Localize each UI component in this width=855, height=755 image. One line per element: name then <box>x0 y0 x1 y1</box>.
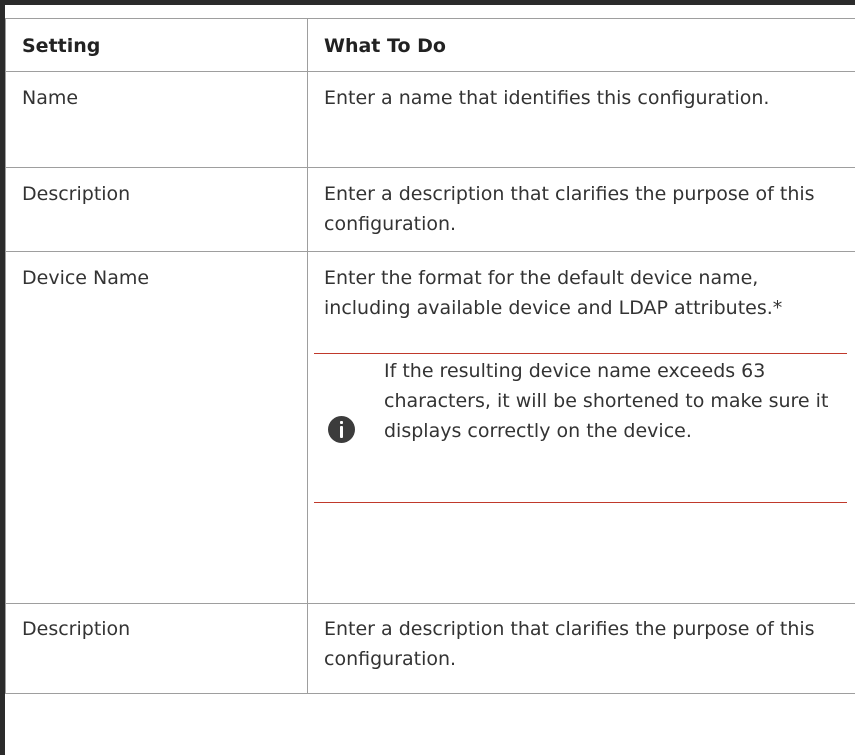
setting-cell: Name <box>5 71 308 168</box>
top-frame-border <box>0 0 855 5</box>
table-header-row: Setting What To Do <box>5 18 855 72</box>
what-to-do-cell: Enter the format for the default device … <box>307 251 855 604</box>
header-what-to-do: What To Do <box>307 18 855 72</box>
info-note: If the resulting device name exceeds 63 … <box>314 353 847 503</box>
setting-cell: Description <box>5 603 308 694</box>
info-icon <box>328 416 355 443</box>
what-to-do-cell: Enter a description that clarifies the p… <box>307 603 855 694</box>
setting-cell: Device Name <box>5 251 308 604</box>
table-row: Description Enter a description that cla… <box>5 603 855 694</box>
header-setting: Setting <box>5 18 308 72</box>
info-note-text: If the resulting device name exceeds 63 … <box>384 360 829 442</box>
what-to-do-cell: Enter a name that identifies this config… <box>307 71 855 168</box>
table-row: Device Name Enter the format for the def… <box>5 251 855 604</box>
settings-table: Setting What To Do Name Enter a name tha… <box>5 18 855 694</box>
document-page: Setting What To Do Name Enter a name tha… <box>0 0 855 755</box>
setting-cell: Description <box>5 167 308 252</box>
table-row: Description Enter a description that cla… <box>5 167 855 252</box>
table-row: Name Enter a name that identifies this c… <box>5 71 855 168</box>
what-to-do-text: Enter the format for the default device … <box>324 267 783 319</box>
what-to-do-cell: Enter a description that clarifies the p… <box>307 167 855 252</box>
